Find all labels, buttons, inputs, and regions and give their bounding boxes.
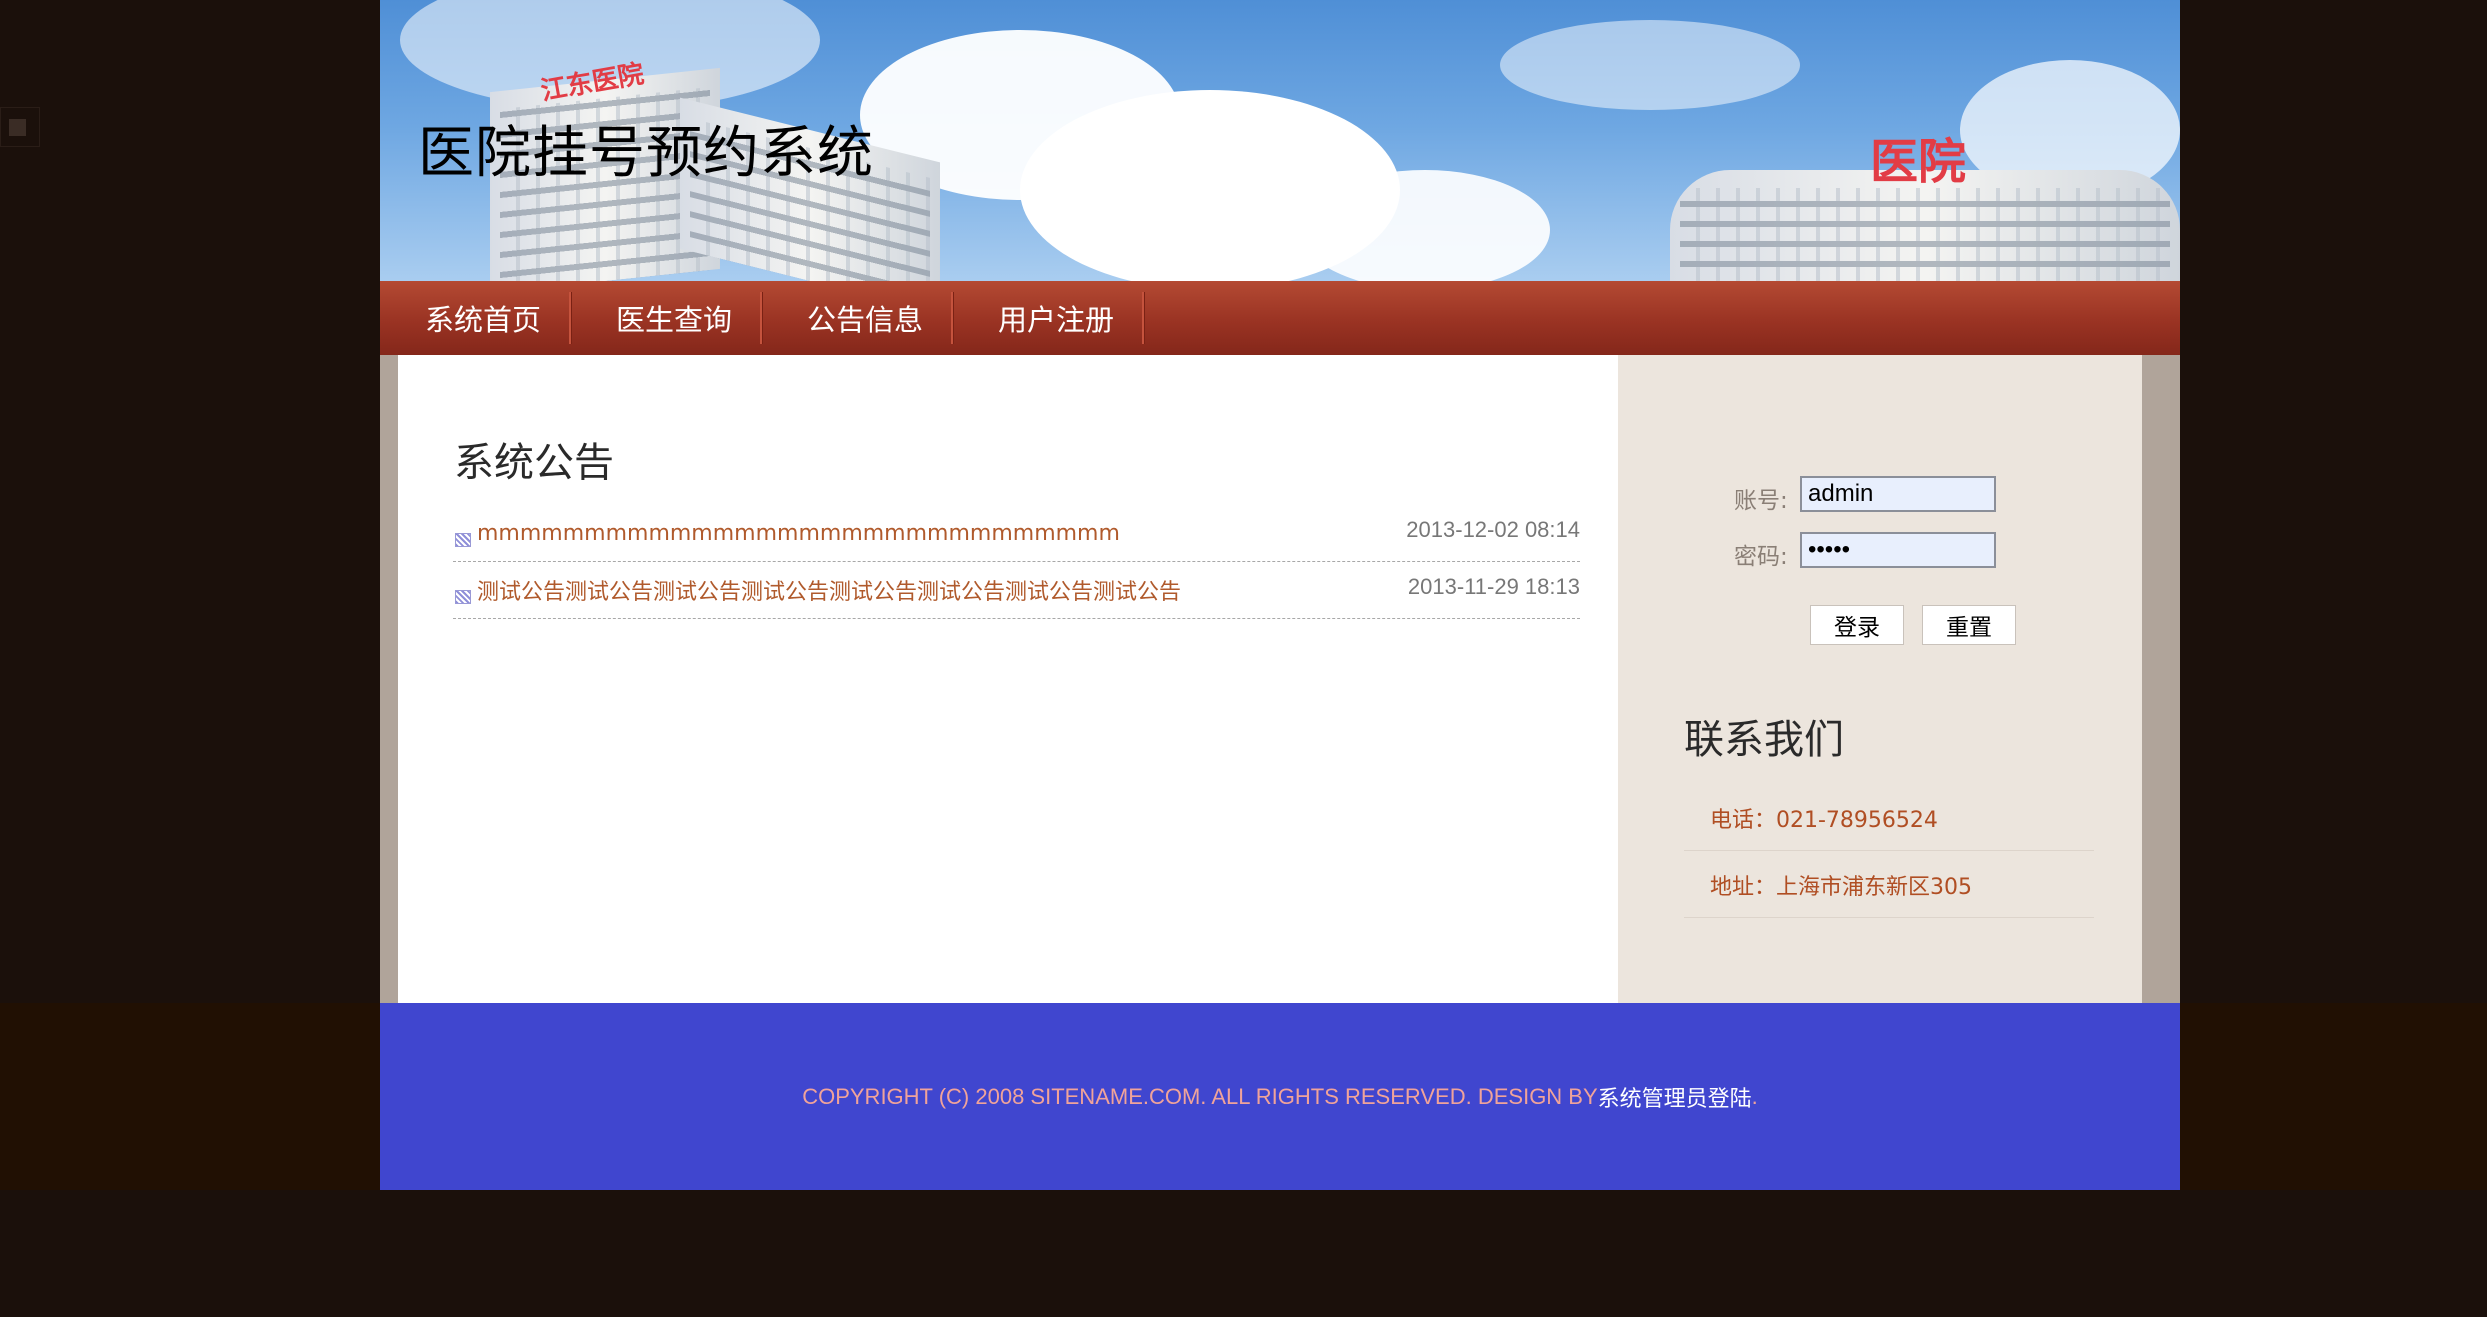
- hospital-sign-right: 医院: [1870, 134, 1967, 190]
- notice-list: mmmmmmmmmmmmmmmmmmmmmmmmmmmmmm 2013-12-0…: [453, 505, 1580, 619]
- account-input[interactable]: [1800, 476, 1996, 512]
- notice-date: 2013-12-02 08:14: [1406, 517, 1580, 542]
- footer-copyright: COPYRIGHT (C) 2008 SITENAME.COM. ALL RIG…: [802, 1083, 1598, 1109]
- cloud-shape: [1500, 20, 1800, 110]
- nav-item-doctor-search[interactable]: 医生查询: [571, 292, 763, 344]
- password-input[interactable]: [1800, 532, 1996, 568]
- password-label: 密码:: [1734, 544, 1788, 570]
- corner-square-icon: [0, 107, 40, 147]
- nav-item-home[interactable]: 系统首页: [380, 292, 572, 344]
- main-nav: 系统首页 医生查询 公告信息 用户注册: [380, 281, 2180, 355]
- contact-title: 联系我们: [1684, 717, 1844, 763]
- site-title: 医院挂号预约系统: [418, 121, 874, 186]
- sidebar: 账号: 密码: 登录 重置 联系我们 电话：021-78956524 地址：上海…: [1618, 355, 2142, 1003]
- notice-date: 2013-11-29 18:13: [1407, 574, 1580, 599]
- page-wrapper: 江东医院 医院 医院挂号预约系统 系统首页 医生查询 公告信息 用户注册 系统公…: [380, 0, 2180, 1190]
- notices-title: 系统公告: [454, 440, 614, 486]
- cloud-shape: [1300, 170, 1550, 281]
- footer-period: .: [1751, 1083, 1758, 1109]
- nav-item-register[interactable]: 用户注册: [953, 292, 1145, 344]
- contact-phone: 电话：021-78956524: [1684, 785, 2094, 851]
- notice-item: 测试公告测试公告测试公告测试公告测试公告测试公告测试公告测试公告 2013-11…: [453, 562, 1580, 619]
- reset-button[interactable]: 重置: [1922, 605, 2016, 645]
- footer: COPYRIGHT (C) 2008 SITENAME.COM. ALL RIG…: [380, 1003, 2180, 1190]
- bullet-icon: [455, 590, 471, 604]
- admin-login-link[interactable]: 系统管理员登陆: [1598, 1081, 1752, 1113]
- main-content: 系统公告 mmmmmmmmmmmmmmmmmmmmmmmmmmmmmm 2013…: [398, 355, 1618, 1003]
- notice-link[interactable]: mmmmmmmmmmmmmmmmmmmmmmmmmmmmmm: [477, 521, 1120, 546]
- content-frame: 系统公告 mmmmmmmmmmmmmmmmmmmmmmmmmmmmmm 2013…: [380, 355, 2180, 1003]
- nav-item-notices[interactable]: 公告信息: [762, 292, 954, 344]
- contact-address: 地址：上海市浦东新区305: [1684, 852, 2094, 918]
- bullet-icon: [455, 533, 471, 547]
- notice-item: mmmmmmmmmmmmmmmmmmmmmmmmmmmmmm 2013-12-0…: [453, 505, 1580, 562]
- account-label: 账号:: [1734, 488, 1788, 514]
- login-button[interactable]: 登录: [1810, 605, 1904, 645]
- notice-link[interactable]: 测试公告测试公告测试公告测试公告测试公告测试公告测试公告测试公告: [477, 574, 1181, 606]
- header-banner: 江东医院 医院 医院挂号预约系统: [380, 0, 2180, 281]
